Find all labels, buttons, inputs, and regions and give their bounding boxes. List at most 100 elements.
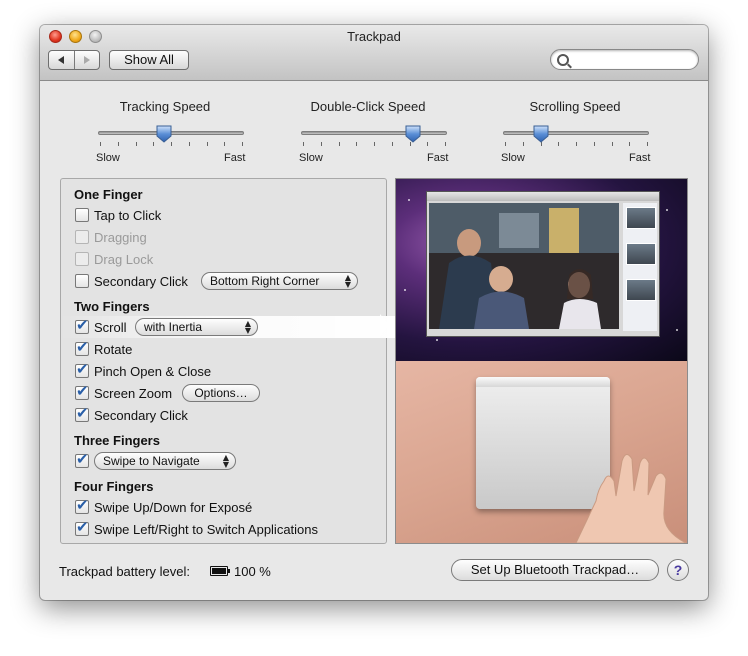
gesture-settings-panel: One Finger Tap to Click Dragging Drag Lo… — [60, 178, 402, 544]
popup-arrows-icon: ▲ ▼ — [244, 319, 251, 335]
scroll-checkbox[interactable] — [75, 316, 89, 334]
checkbox-label: Tap to Click — [94, 207, 162, 223]
battery-level-label: Trackpad battery level: — [59, 564, 191, 579]
scroll-inertia-popup[interactable]: with Inertia ▲ ▼ — [135, 318, 258, 336]
slider-tick — [611, 142, 613, 146]
screen-zoom-options-button[interactable]: Options… — [182, 384, 260, 402]
preview-photo — [429, 203, 619, 329]
slider-tick — [206, 142, 208, 146]
popup-arrows-icon: ▲ ▼ — [222, 453, 229, 469]
pinch-row[interactable]: Pinch Open & Close — [75, 360, 212, 380]
slider-thumb[interactable] — [533, 125, 549, 143]
battery-icon — [210, 566, 230, 576]
trackpad-preferences-window: Trackpad Show All Tracking Speed Double-… — [40, 25, 708, 600]
drag-lock-checkbox — [75, 252, 89, 266]
checkbox-label: Rotate — [94, 341, 133, 357]
title-bar: Trackpad Show All — [40, 25, 708, 81]
slider-tick — [320, 142, 322, 146]
section-one-finger: One Finger — [74, 187, 143, 202]
two-finger-secondary-click-checkbox[interactable] — [75, 404, 89, 422]
checkbox-label: Pinch Open & Close — [94, 363, 212, 379]
hand-icon — [575, 454, 686, 543]
window-title: Trackpad — [347, 29, 401, 44]
slider-track[interactable] — [503, 131, 649, 135]
one-finger-secondary-click-row[interactable]: Secondary Click — [75, 272, 188, 290]
secondary-click-corner-popup[interactable]: Bottom Right Corner ▲ ▼ — [201, 272, 358, 290]
slider-tick — [576, 142, 577, 146]
slider-tick — [153, 142, 155, 146]
preview-trackpad-image — [396, 361, 687, 543]
tap-to-click-row[interactable]: Tap to Click — [75, 206, 161, 224]
slider-tick — [391, 142, 393, 146]
slider-tick — [522, 142, 524, 146]
slider-tick — [338, 142, 340, 146]
photo-people-illustration — [429, 203, 619, 329]
search-field[interactable] — [550, 49, 699, 70]
slider-thumb[interactable] — [405, 125, 421, 143]
three-finger-swipe-popup[interactable]: Swipe to Navigate ▲ ▼ — [94, 452, 236, 470]
slider-max-label: Fast — [224, 152, 246, 164]
selected-row-pointer — [380, 314, 389, 336]
checkbox-label: Screen Zoom — [94, 385, 173, 401]
slider-tick — [374, 142, 375, 146]
set-up-bluetooth-trackpad-button[interactable]: Set Up Bluetooth Trackpad… — [451, 559, 659, 581]
section-four-fingers: Four Fingers — [74, 479, 154, 494]
back-button[interactable] — [49, 51, 74, 69]
one-finger-secondary-click-checkbox[interactable] — [75, 274, 89, 288]
slider-max-label: Fast — [427, 152, 449, 164]
search-input[interactable] — [573, 52, 695, 69]
pinch-checkbox[interactable] — [75, 360, 89, 378]
popup-value: with Inertia — [144, 320, 203, 334]
slider-tick — [445, 142, 446, 146]
switch-apps-checkbox[interactable] — [75, 518, 89, 536]
slider-label: Tracking Speed — [119, 99, 211, 114]
slider-min-label: Slow — [96, 152, 120, 164]
two-finger-secondary-click-row[interactable]: Secondary Click — [75, 404, 188, 424]
tap-to-click-checkbox[interactable] — [75, 208, 89, 222]
section-three-fingers: Three Fingers — [74, 433, 160, 448]
section-two-fingers: Two Fingers — [74, 299, 150, 314]
checkbox-label: Dragging — [94, 229, 147, 245]
scrolling-speed-slider-group: Scrolling Speed — [495, 99, 655, 114]
scroll-row[interactable]: Scroll — [75, 316, 127, 336]
expose-row[interactable]: Swipe Up/Down for Exposé — [75, 496, 252, 516]
slider-tick — [117, 142, 119, 146]
double-click-speed-slider-group: Double-Click Speed — [288, 99, 448, 114]
slider-track[interactable] — [301, 131, 447, 135]
rotate-row[interactable]: Rotate — [75, 338, 133, 358]
switch-apps-row[interactable]: Swipe Left/Right to Switch Applications — [75, 518, 319, 538]
show-all-button[interactable]: Show All — [109, 50, 189, 70]
dragging-row: Dragging — [75, 228, 147, 246]
screen-zoom-row[interactable]: Screen Zoom — [75, 382, 173, 402]
three-finger-swipe-checkbox[interactable] — [75, 450, 89, 468]
slider-tick — [558, 142, 560, 146]
dragging-checkbox — [75, 230, 89, 244]
help-button[interactable]: ? — [667, 559, 689, 581]
checkbox-label: Scroll — [94, 319, 127, 335]
expose-checkbox[interactable] — [75, 496, 89, 514]
screen-zoom-checkbox[interactable] — [75, 382, 89, 400]
slider-tick — [100, 142, 101, 146]
rotate-checkbox[interactable] — [75, 338, 89, 356]
preview-photo-window — [426, 191, 660, 337]
three-finger-row[interactable] — [75, 450, 94, 470]
slider-label: Scrolling Speed — [529, 99, 621, 114]
slider-min-label: Slow — [501, 152, 525, 164]
slider-tick — [224, 142, 226, 146]
checkbox-label: Drag Lock — [94, 251, 154, 267]
back-forward-control — [48, 50, 100, 70]
preview-desktop-image — [396, 179, 687, 361]
forward-button[interactable] — [73, 51, 100, 69]
preview-sidebar — [623, 203, 657, 331]
checkbox-label: Swipe Left/Right to Switch Applications — [94, 521, 319, 537]
slider-tick — [593, 142, 595, 146]
popup-value: Swipe to Navigate — [103, 454, 200, 468]
slider-tick — [356, 142, 358, 146]
slider-thumb[interactable] — [156, 125, 172, 143]
drag-lock-row: Drag Lock — [75, 250, 153, 268]
popup-arrows-icon: ▲ ▼ — [344, 273, 351, 289]
tracking-speed-slider-group: Tracking Speed — [85, 99, 245, 114]
slider-max-label: Fast — [629, 152, 651, 164]
slider-tick — [135, 142, 137, 146]
slider-tick — [505, 142, 506, 146]
